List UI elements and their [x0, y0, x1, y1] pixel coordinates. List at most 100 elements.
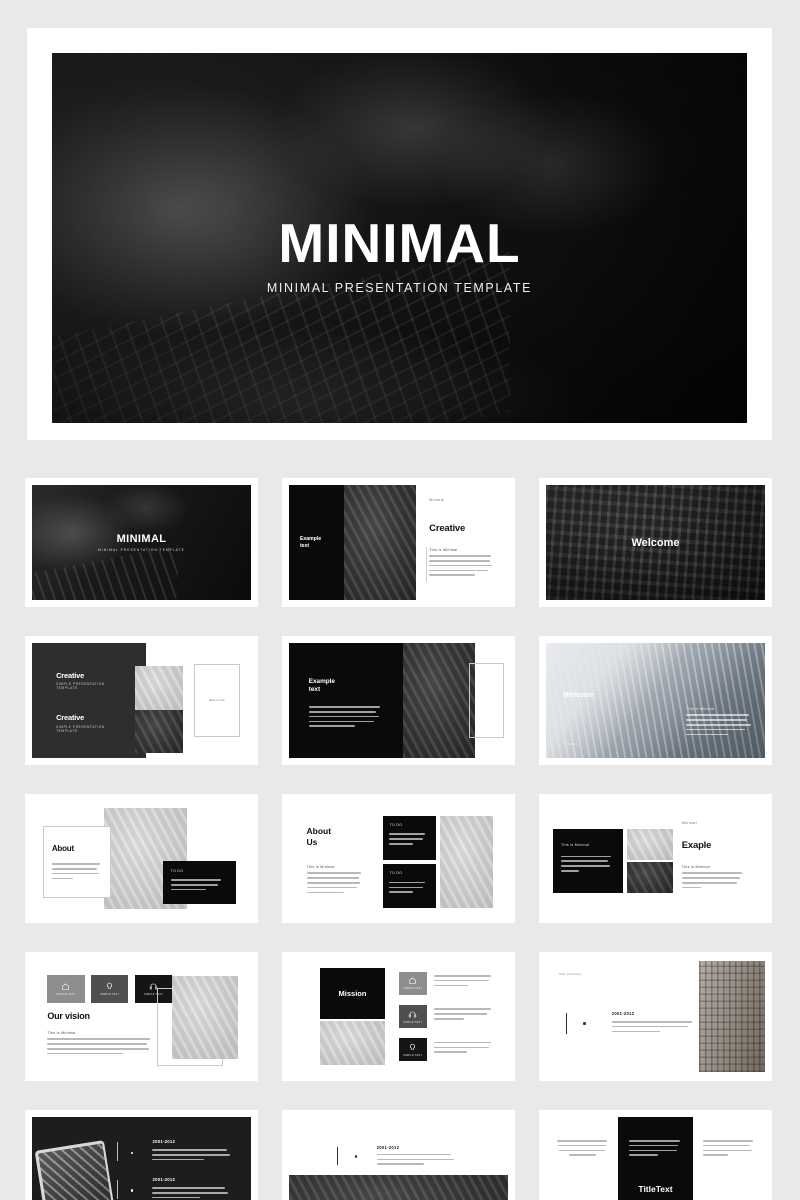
- timeline-lines: [152, 1149, 231, 1161]
- panel-lines: [560, 855, 614, 872]
- panel-heading: This is Minimal: [560, 842, 590, 847]
- left-column: [546, 1117, 619, 1200]
- timeline-lines: [376, 1153, 456, 1165]
- slide-heading: Our vision: [47, 1010, 90, 1021]
- icon-tile-lightbulb[interactable]: SIMPLE TEXT: [91, 975, 129, 1003]
- slide-heading: About: [51, 843, 74, 853]
- icon-caption: SIMPLE TEXT: [403, 1020, 423, 1024]
- thumbnail-slide-exaple[interactable]: This is Minimal Minimal Exaple This is M…: [539, 794, 772, 923]
- tile-a-heading: TO DO: [389, 822, 403, 827]
- hero-background-image: MINIMAL MINIMAL PRESENTATION TEMPLATE: [52, 53, 747, 423]
- body-block: This is Minimal: [429, 548, 495, 576]
- about-card: About: [42, 826, 111, 898]
- todo-tile-b: TO DO: [383, 864, 436, 908]
- slide-subtitle: MINIMAL PRESENTATION TEMPLATE: [98, 548, 185, 553]
- item-lines: [433, 1041, 495, 1053]
- kids-photo: [343, 485, 417, 600]
- body-block: This is Minimal: [686, 707, 752, 736]
- tablet-screen: [37, 1142, 115, 1200]
- thumbnail-slide-welcome-city[interactable]: Welcome: [539, 478, 772, 607]
- item-lines: [433, 975, 495, 987]
- timeline-rule: [117, 1142, 119, 1161]
- man-portrait-photo: [402, 643, 476, 758]
- center-lines: [628, 1140, 683, 1156]
- body-block: This is Minimal: [306, 865, 364, 894]
- center-column: TitleText: [618, 1117, 693, 1200]
- icon-tile-headset[interactable]: SIMPLE TEXT: [398, 1005, 427, 1028]
- icon-caption: SIMPLE TEXT: [403, 987, 423, 991]
- left-lines: [556, 1140, 608, 1156]
- person-photo: [627, 861, 673, 893]
- item-lines: [433, 1008, 495, 1020]
- home-icon: [62, 983, 70, 990]
- block-a: Creative SIMPLE PRESENTATION TEMPLATE: [56, 671, 105, 691]
- body-heading: This is Minimal: [47, 1031, 76, 1036]
- icon-tile-home[interactable]: SIMPLE TEXT: [47, 975, 85, 1003]
- icon-caption: SIMPLE TEXT: [56, 992, 76, 996]
- timeline-rule: [117, 1180, 119, 1199]
- block-b: Creative SIMPLE PRESENTATION TEMPLATE: [56, 713, 105, 733]
- body-block: This is Minimal: [681, 865, 748, 889]
- thumbnail-slide-our-vision[interactable]: SIMPLE TEXT SIMPLE TEXT SIMPLE TEXT Our …: [25, 952, 258, 1081]
- eyebrow: Minimal: [681, 820, 697, 825]
- hero-slide-card[interactable]: MINIMAL MINIMAL PRESENTATION TEMPLATE: [27, 28, 772, 440]
- tile-b-heading: TO DO: [389, 871, 403, 876]
- dark-panel: This is Minimal: [552, 828, 623, 893]
- headset-icon: [409, 1011, 417, 1017]
- timeline-dot: [354, 1154, 358, 1158]
- timeline-lines: [611, 1021, 695, 1033]
- thumbnail-slide-about[interactable]: About TO DO: [25, 794, 258, 923]
- body-heading: This is Minimal: [681, 865, 711, 870]
- hero-subtitle: MINIMAL PRESENTATION TEMPLATE: [266, 280, 533, 295]
- lightbulb-icon: [107, 982, 113, 989]
- icon-tile-home[interactable]: SIMPLE TEXT: [398, 971, 427, 995]
- eyebrow: Our timeline: [559, 971, 582, 976]
- slide-title-text: MINIMAL MINIMAL PRESENTATION TEMPLATE: [32, 533, 251, 552]
- home-icon: [409, 977, 417, 984]
- thumbnail-slide-timeline-light[interactable]: 2001-2012: [282, 1110, 515, 1200]
- thumbnail-slide-welcome-forest[interactable]: Welcome This is Minimal MINIMAL: [539, 636, 772, 765]
- timeline-date: 2001-2012: [152, 1138, 176, 1144]
- thumbnail-slide-title[interactable]: MINIMAL MINIMAL PRESENTATION TEMPLATE: [25, 478, 258, 607]
- thumbnail-slide-about-us[interactable]: About Us This is Minimal TO DO TO DO: [282, 794, 515, 923]
- thumbnail-slide-example-text[interactable]: Example text: [282, 636, 515, 765]
- hero-text-block: MINIMAL MINIMAL PRESENTATION TEMPLATE: [52, 211, 747, 295]
- tablet-mockup: [34, 1139, 118, 1200]
- thumbnail-slide-timeline-dark[interactable]: 2001-2012 2001-2012 2001-2012: [25, 1110, 258, 1200]
- timeline-rule: [337, 1146, 339, 1166]
- woman-portrait-photo: [172, 976, 238, 1060]
- tile-a-lines: [389, 833, 428, 845]
- workers-photo: [289, 1174, 508, 1200]
- block-a-title: Creative: [56, 670, 85, 680]
- slide-heading: Mission: [338, 988, 367, 998]
- body-lines: [51, 863, 102, 880]
- thumbnail-slide-titletext[interactable]: TitleText: [539, 1110, 772, 1200]
- slide-heading: TitleText: [638, 1183, 673, 1194]
- outline-frame: [468, 662, 504, 739]
- card-heading: TO DO: [170, 868, 184, 873]
- body-block: This is Minimal: [47, 1031, 152, 1055]
- slide-footer: MINIMAL: [563, 741, 580, 746]
- body-heading: This is Minimal: [306, 865, 335, 870]
- thumbnail-slide-creative-kids[interactable]: Example text Minimal Creative This is Mi…: [282, 478, 515, 607]
- body-lines: [308, 706, 383, 727]
- interior-photo: [134, 709, 184, 754]
- body-heading: This is Minimal: [686, 707, 715, 712]
- dark-panel: [289, 643, 408, 758]
- block-a-sub-2: TEMPLATE: [56, 686, 78, 691]
- icon-tile-lightbulb[interactable]: SIMPLE TEXT: [398, 1038, 427, 1062]
- timeline-date: 2001-2012: [611, 1010, 635, 1016]
- hero-title: MINIMAL: [278, 211, 521, 274]
- frame-label: Welcome: [209, 698, 226, 703]
- slide-heading: About Us: [306, 826, 332, 847]
- thumbnail-slide-creative-dual[interactable]: Creative SIMPLE PRESENTATION TEMPLATE Cr…: [25, 636, 258, 765]
- thumbnail-slide-timeline-building[interactable]: Our timeline 2001-2012: [539, 952, 772, 1081]
- right-column: [692, 1117, 765, 1200]
- forest-fog-photo: [546, 643, 765, 758]
- slide-heading: Welcome: [631, 536, 680, 549]
- timeline-dot: [583, 1022, 586, 1025]
- thumbnail-slide-mission[interactable]: Mission SIMPLE TEXT SIMPLE TEXT SIMPLE T…: [282, 952, 515, 1081]
- eyebrow: Minimal: [429, 497, 445, 502]
- timeline-date: 2001-2012: [376, 1144, 400, 1150]
- slide-heading: Example text: [308, 677, 335, 693]
